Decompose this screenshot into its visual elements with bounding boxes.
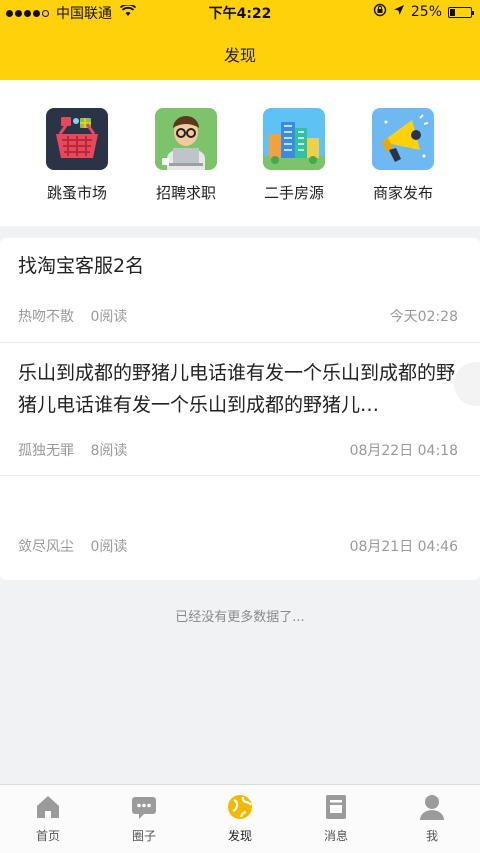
buildings-icon <box>263 108 325 170</box>
quick-entry-second-hand-housing[interactable]: 二手房源 <box>239 108 349 203</box>
post-date: 今天02:28 <box>389 309 458 325</box>
tab-label: 我 <box>425 829 438 843</box>
bottom-tab-bar: 首页 圈子 发现 消息 我 <box>0 784 480 853</box>
post-author: 孤独无罪 <box>18 443 74 459</box>
post-date: 08月21日 04:46 <box>349 539 458 555</box>
megaphone-icon <box>372 108 434 170</box>
tab-label: 圈子 <box>131 829 156 843</box>
post-reads: 0阅读 <box>90 539 128 555</box>
post-title: 找淘宝客服2名 <box>18 255 145 277</box>
tab-messages[interactable]: 消息 <box>288 793 384 844</box>
post-reads: 8阅读 <box>90 443 128 459</box>
chat-bubble-icon <box>130 793 158 821</box>
tab-label: 消息 <box>323 829 348 843</box>
quick-entry-jobs[interactable]: 招聘求职 <box>131 108 241 203</box>
tab-me[interactable]: 我 <box>384 793 480 844</box>
quick-entry-label: 跳蚤市场 <box>46 184 107 202</box>
status-bar: 中国联通 下午4:22 25% <box>0 0 480 24</box>
job-seeker-icon <box>155 108 217 170</box>
post-reads: 0阅读 <box>90 309 128 325</box>
message-icon <box>322 793 350 821</box>
home-icon <box>34 793 62 821</box>
quick-entry-label: 二手房源 <box>263 184 324 202</box>
post-meta: 孤独无罪 8阅读 08月22日 04:18 <box>18 440 458 460</box>
quick-entry-label: 招聘求职 <box>155 184 216 202</box>
tab-label: 发现 <box>227 829 252 843</box>
globe-icon <box>226 793 254 821</box>
no-more-data-text: 已经没有更多数据了... <box>175 610 305 625</box>
battery-percent: 25% <box>410 4 442 20</box>
location-arrow-icon <box>393 4 405 20</box>
shopping-basket-icon <box>46 108 108 170</box>
tab-label: 首页 <box>35 829 60 843</box>
post-author: 热吻不散 <box>18 309 74 325</box>
post-date: 08月22日 04:18 <box>349 443 458 459</box>
person-icon <box>418 793 446 821</box>
list-item[interactable]: 找淘宝客服2名 热吻不散 0阅读 今天02:28 <box>0 238 480 343</box>
quick-entry-grid: 跳蚤市场 招聘求职 二手房源 商家发布 <box>0 80 480 226</box>
rotation-lock-icon <box>373 3 387 21</box>
top-header: 中国联通 下午4:22 25% 发现 <box>0 0 480 80</box>
post-list: 找淘宝客服2名 热吻不散 0阅读 今天02:28 乐山到成都的野猪儿电话谁有发一… <box>0 238 480 580</box>
tab-circle[interactable]: 圈子 <box>96 793 192 844</box>
post-meta: 热吻不散 0阅读 今天02:28 <box>18 306 458 326</box>
quick-entry-label: 商家发布 <box>372 184 433 202</box>
list-item[interactable]: 乐山到成都的野猪儿电话谁有发一个乐山到成都的野猪儿电话谁有发一个乐山到成都的野猪… <box>0 343 480 476</box>
post-title: 乐山到成都的野猪儿电话谁有发一个乐山到成都的野猪儿电话谁有发一个乐山到成都的野猪… <box>18 362 456 416</box>
quick-entry-merchant-post[interactable]: 商家发布 <box>348 108 458 203</box>
post-meta: 敛尽风尘 0阅读 08月21日 04:46 <box>18 536 458 556</box>
post-author: 敛尽风尘 <box>18 539 74 555</box>
page-title: 发现 <box>223 46 256 65</box>
tab-discover[interactable]: 发现 <box>192 793 288 844</box>
battery-icon <box>448 6 474 18</box>
quick-entry-flea-market[interactable]: 跳蚤市场 <box>22 108 132 203</box>
tab-home[interactable]: 首页 <box>0 793 96 844</box>
list-item[interactable]: 敛尽风尘 0阅读 08月21日 04:46 <box>0 476 480 580</box>
